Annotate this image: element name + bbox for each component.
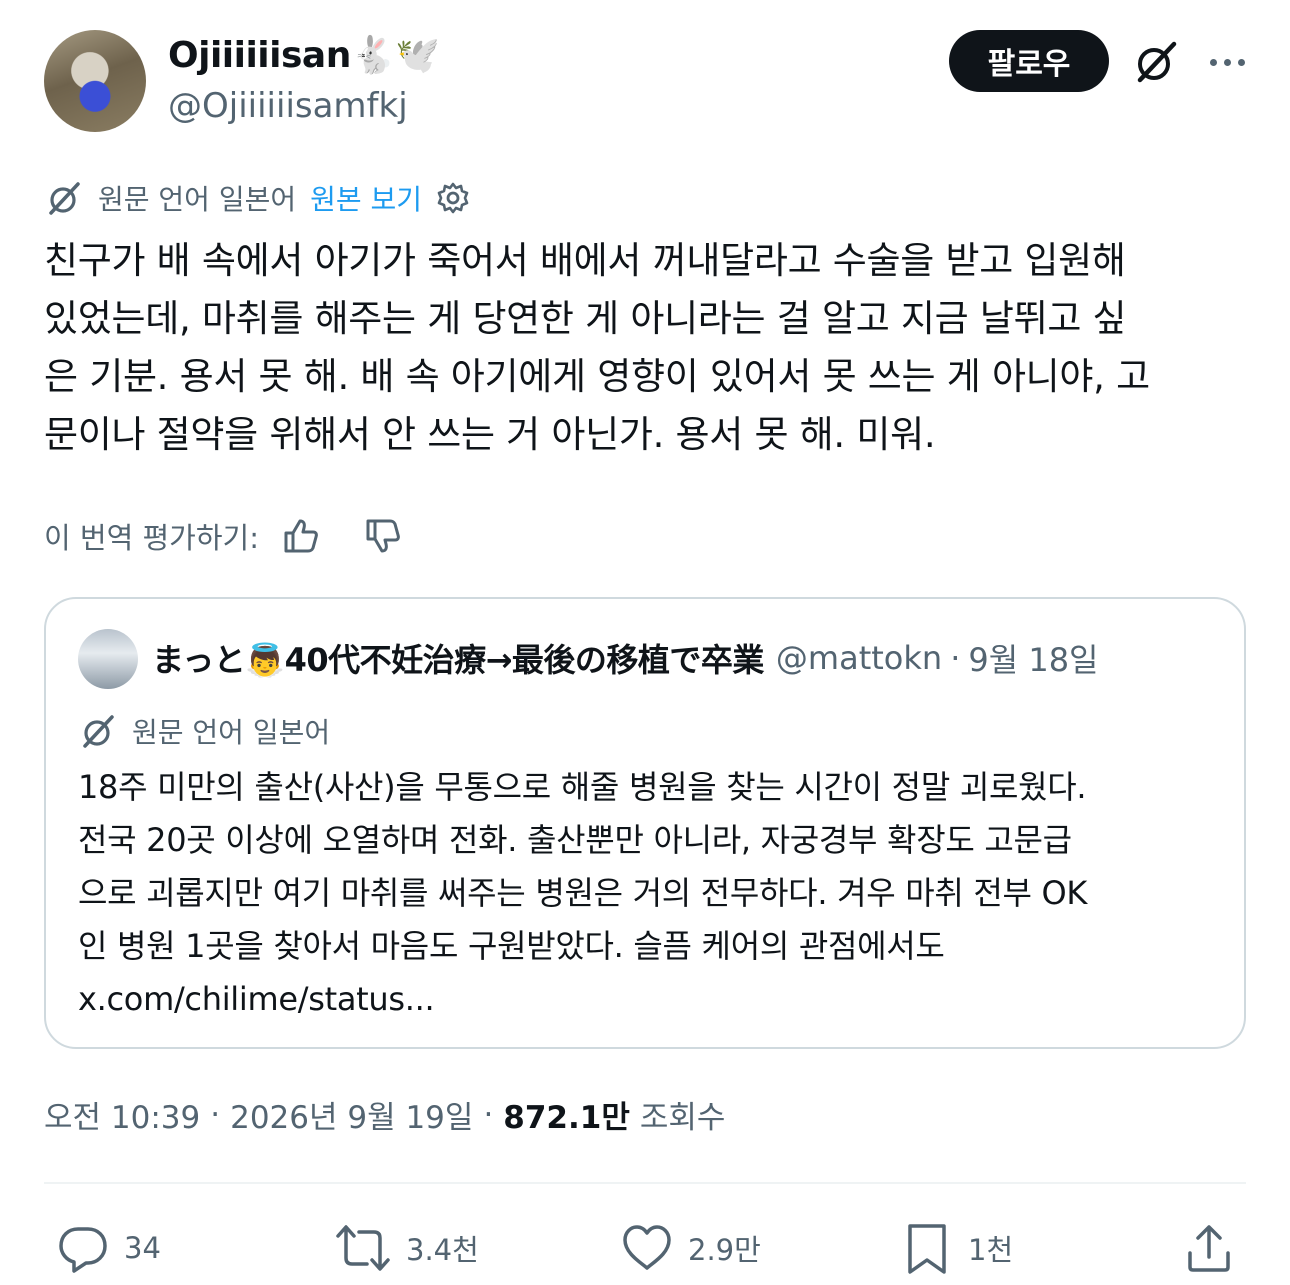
like-button[interactable]: 2.9만 <box>620 1216 761 1280</box>
quoted-tweet-card[interactable]: まっと👼40代不妊治療→最後の移植で卒業 @mattokn · 9월 18일 원… <box>44 597 1246 1049</box>
tweet-line: 친구가 배 속에서 아기가 죽어서 배에서 꺼내달라고 수술을 받고 입원해 <box>44 239 1126 282</box>
more-icon[interactable] <box>1202 38 1252 86</box>
translate-icon <box>49 182 80 215</box>
views-label: 조회수 <box>639 1100 726 1136</box>
bookmark-count: 1천 <box>968 1233 1014 1267</box>
source-language-label: 원문 언어 일본어 <box>98 183 297 216</box>
author-avatar[interactable] <box>44 30 146 132</box>
settings-gear-icon[interactable] <box>436 181 470 215</box>
repost-count: 3.4천 <box>406 1233 479 1267</box>
tweet-line: 은 기분. 용서 못 해. 배 속 아기에게 영향이 있어서 못 쓰는 게 아니… <box>44 355 1150 398</box>
quoted-tweet-line: 전국 20곳 이상에 오열하며 전화. 출산뿐만 아니라, 자궁경부 확장도 고… <box>78 821 1072 859</box>
quoted-meta-separator: · <box>950 639 961 677</box>
tweet-line: 있었는데, 마취를 해주는 게 당연한 게 아니라는 걸 알고 지금 날뛰고 싶 <box>44 297 1127 340</box>
translate-icon <box>83 715 114 748</box>
reply-count: 34 <box>124 1231 161 1265</box>
reply-button[interactable]: 34 <box>56 1216 161 1280</box>
rate-translation-label: 이 번역 평가하기: <box>44 521 259 555</box>
quoted-author-avatar[interactable] <box>78 629 138 689</box>
quoted-tweet-header: まっと👼40代不妊治療→最後の移植で卒業 @mattokn · 9월 18일 <box>152 635 1099 681</box>
quoted-tweet-date[interactable]: 9월 18일 <box>968 635 1098 681</box>
quoted-tweet-line: 인 병원 1곳을 찾아서 마음도 구원받았다. 슬픔 케어의 관점에서도 <box>78 927 945 965</box>
action-bar: 34 3.4천 2.9만 1천 <box>44 1216 1246 1280</box>
thumbs-down-icon[interactable] <box>363 516 403 556</box>
repost-icon <box>336 1225 390 1271</box>
meta-separator: · <box>210 1096 221 1133</box>
tweet-date[interactable]: 2026년 9월 19일 <box>230 1092 473 1137</box>
tweet-header: Ojiiiiiisan🐇🕊️ @Ojiiiiiisamfkj 팔로우 <box>44 28 1254 138</box>
bookmark-button[interactable]: 1천 <box>900 1216 1013 1280</box>
translation-bar: 원문 언어 일본어 원본 보기 <box>44 176 470 220</box>
repost-button[interactable]: 3.4천 <box>334 1216 479 1280</box>
like-icon <box>623 1225 671 1270</box>
rate-translation-row: 이 번역 평가하기: <box>44 513 403 559</box>
author-handle[interactable]: @Ojiiiiiisamfkj <box>168 86 408 126</box>
show-original-link[interactable]: 원본 보기 <box>310 178 422 218</box>
tweet-time[interactable]: 오전 10:39 <box>44 1092 200 1137</box>
follow-button[interactable]: 팔로우 <box>949 30 1109 92</box>
views-count: 872.1만 <box>503 1100 630 1136</box>
quoted-translation-bar: 원문 언어 일본어 <box>78 709 330 753</box>
divider <box>44 1182 1246 1184</box>
like-count: 2.9만 <box>688 1233 761 1267</box>
meta-separator: · <box>483 1096 494 1133</box>
tweet-meta-row: 오전 10:39 · 2026년 9월 19일 · 872.1만 조회수 <box>44 1092 725 1137</box>
grok-icon[interactable] <box>1132 38 1180 86</box>
author-display-name[interactable]: Ojiiiiiisan🐇🕊️ <box>168 34 440 76</box>
tweet-line: 문이나 절약을 위해서 안 쓰는 거 아닌가. 용서 못 해. 미워. <box>44 413 936 456</box>
quoted-source-language-label: 원문 언어 일본어 <box>132 716 331 749</box>
tweet-body: 친구가 배 속에서 아기가 죽어서 배에서 꺼내달라고 수술을 받고 입원해 있… <box>44 232 1254 464</box>
quoted-tweet-line: 으로 괴롭지만 여기 마취를 써주는 병원은 거의 전무하다. 겨우 마취 전부… <box>78 874 1088 912</box>
share-icon <box>1188 1225 1230 1272</box>
quoted-author-name[interactable]: まっと👼40代不妊治療→最後の移植で卒業 <box>152 635 764 681</box>
quoted-tweet-link[interactable]: x.com/chilime/status... <box>78 973 1218 1026</box>
quoted-tweet-line: 18주 미만의 출산(사산)을 무통으로 해줄 병원을 찾는 시간이 정말 괴로… <box>78 768 1087 806</box>
reply-icon <box>59 1227 107 1273</box>
quoted-author-handle[interactable]: @mattokn <box>776 639 942 677</box>
share-button[interactable] <box>1182 1216 1236 1280</box>
bookmark-icon <box>908 1224 946 1274</box>
quoted-tweet-body: 18주 미만의 출산(사산)을 무통으로 해줄 병원을 찾는 시간이 정말 괴로… <box>78 761 1218 1026</box>
thumbs-up-icon[interactable] <box>281 516 321 556</box>
